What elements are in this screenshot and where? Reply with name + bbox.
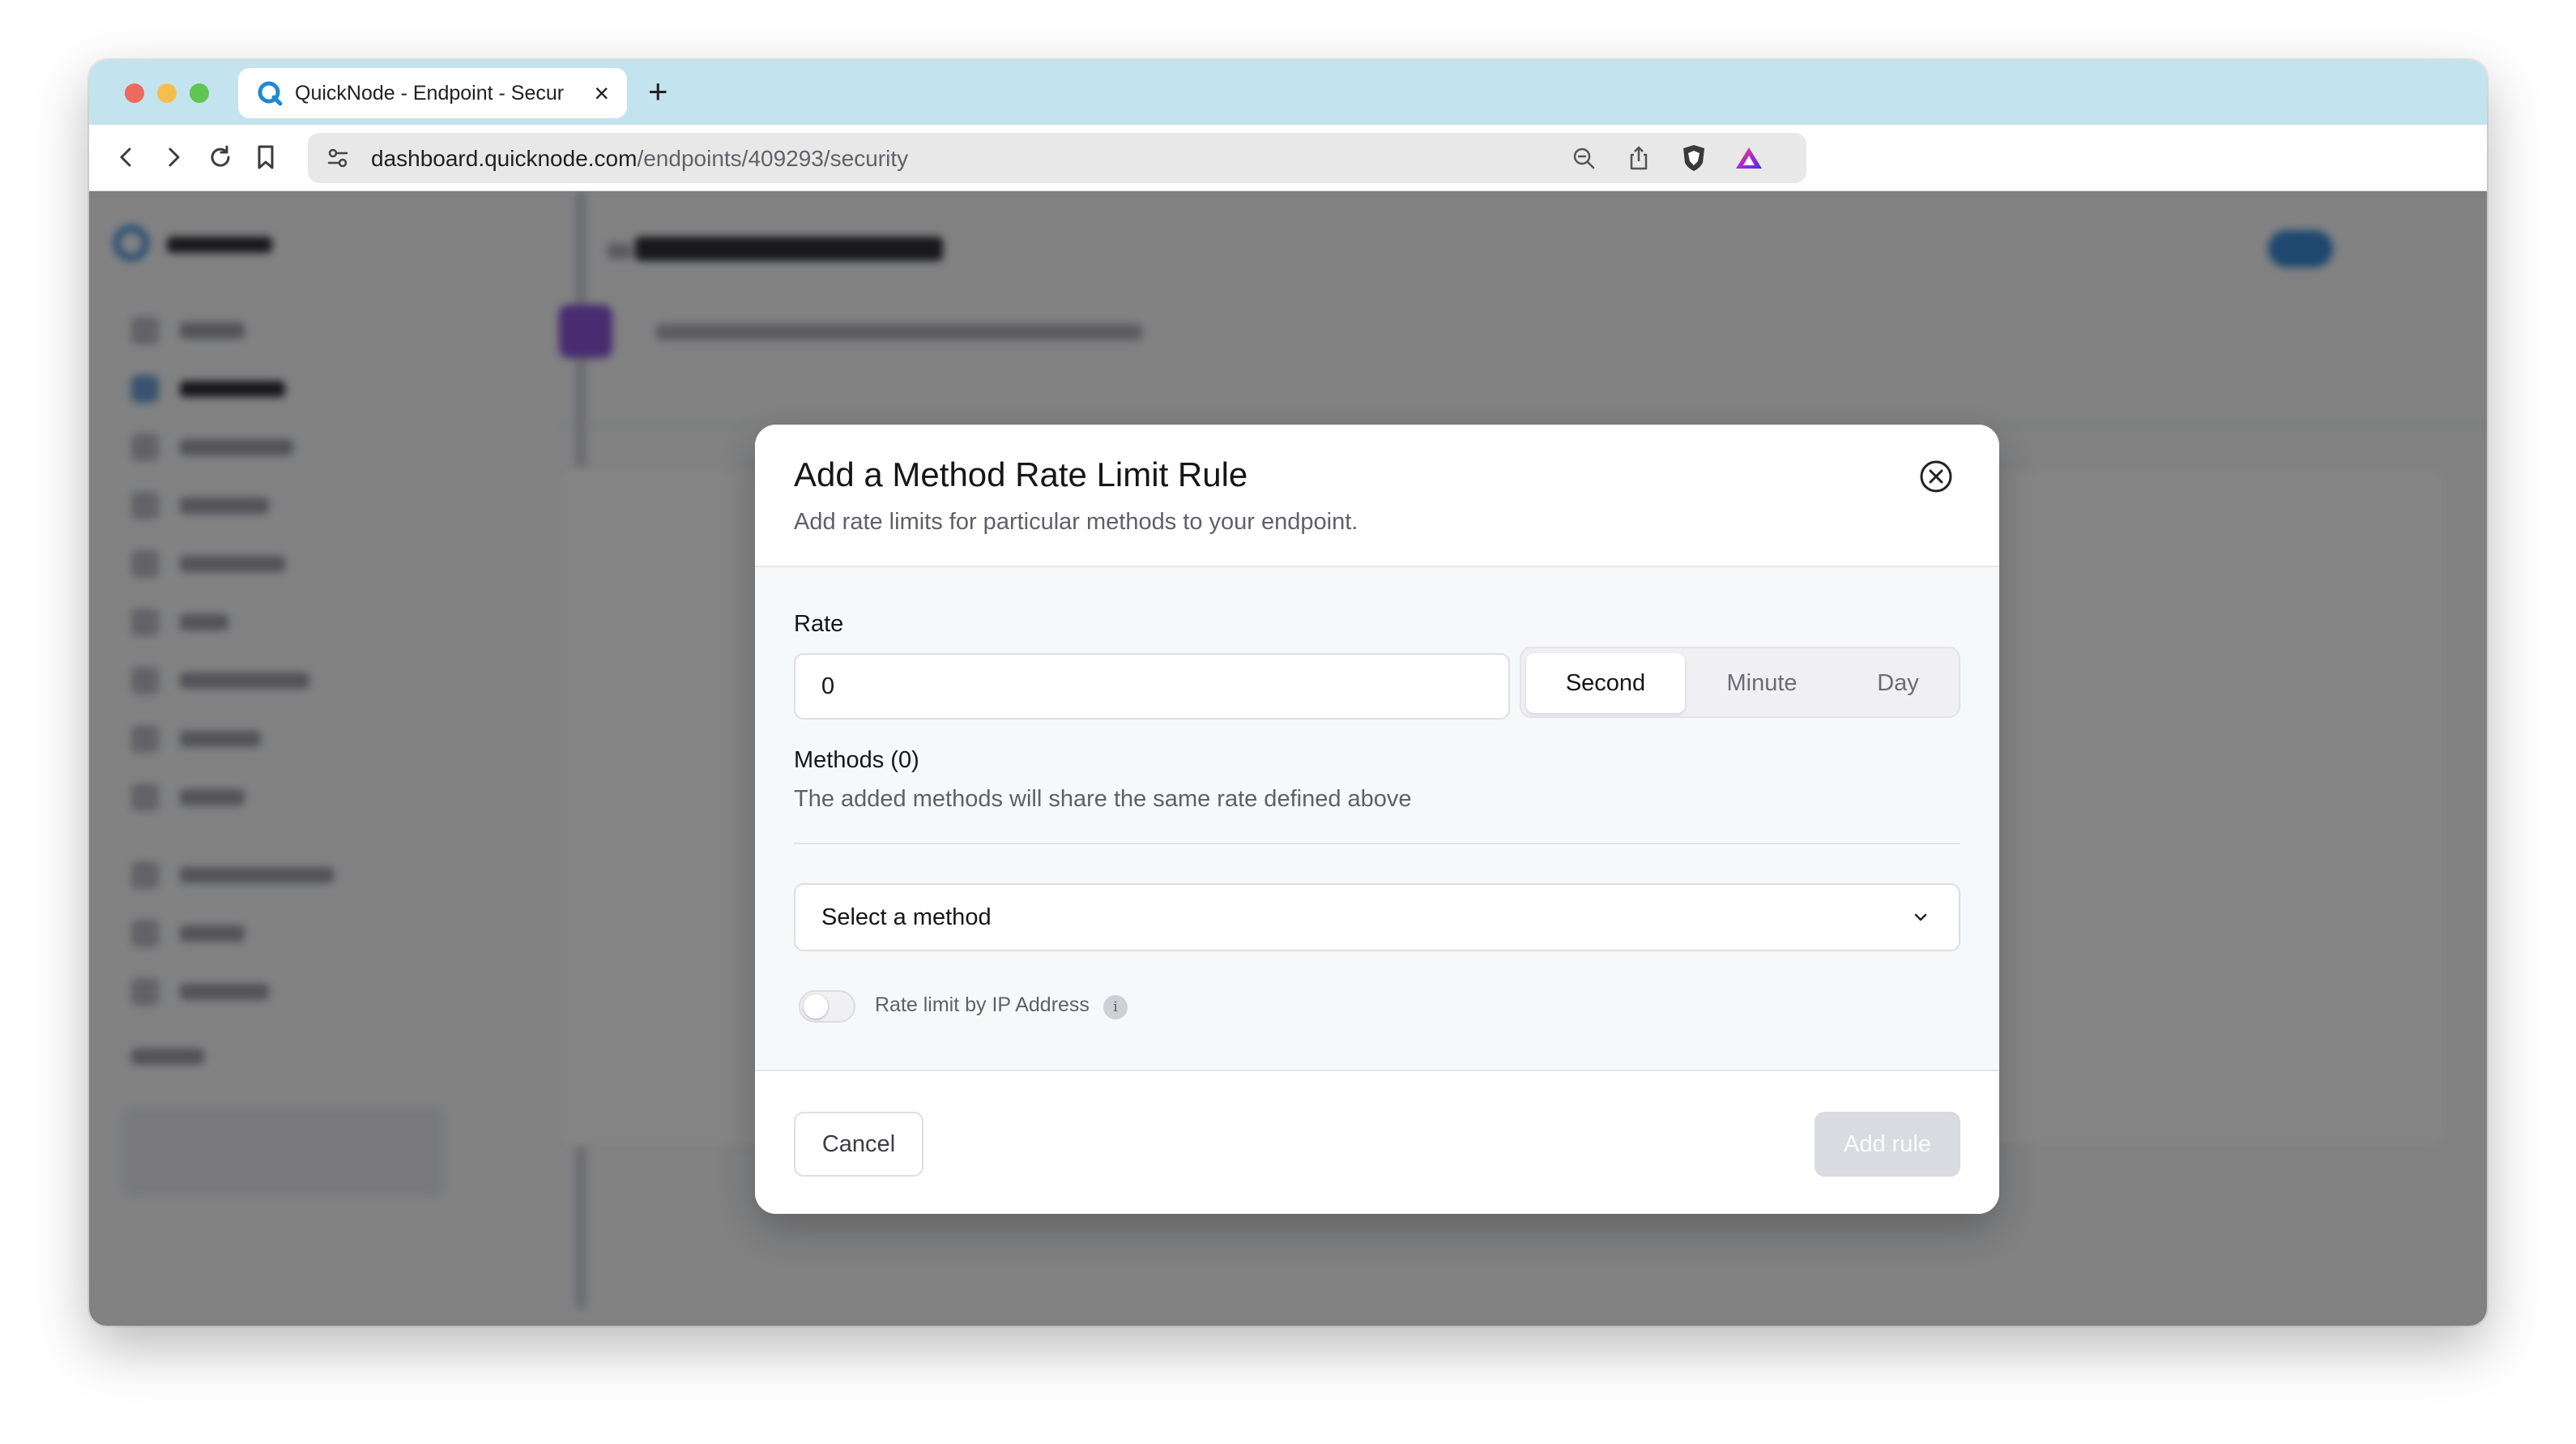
rate-limit-by-ip-toggle[interactable]: [799, 990, 855, 1023]
brave-shield-icon[interactable]: [1678, 143, 1709, 173]
reload-icon[interactable]: [203, 139, 238, 175]
rate-label: Rate: [794, 611, 844, 637]
address-bar[interactable]: dashboard.quicknode.com/endpoints/409293…: [308, 133, 1806, 183]
quicknode-favicon-icon: [256, 79, 284, 107]
cancel-button[interactable]: Cancel: [794, 1112, 923, 1177]
browser-tab-active[interactable]: QuickNode - Endpoint - Secur ×: [238, 68, 627, 118]
site-settings-icon[interactable]: [322, 143, 353, 173]
close-dialog-icon[interactable]: [1917, 457, 1955, 496]
add-method-rate-limit-dialog: Add a Method Rate Limit Rule Add rate li…: [755, 425, 1999, 1214]
divider: [794, 843, 1960, 844]
new-tab-button[interactable]: +: [648, 75, 668, 109]
back-icon[interactable]: [109, 139, 144, 175]
maximize-window-button[interactable]: [190, 83, 209, 103]
browser-toolbar: dashboard.quicknode.com/endpoints/409293…: [89, 125, 2487, 191]
brave-rewards-icon[interactable]: [1734, 143, 1764, 173]
url-text: dashboard.quicknode.com/endpoints/409293…: [371, 146, 908, 172]
dialog-footer: Cancel Add rule: [755, 1070, 1999, 1214]
info-icon[interactable]: i: [1103, 995, 1128, 1019]
close-window-button[interactable]: [125, 83, 144, 103]
dialog-title: Add a Method Rate Limit Rule: [794, 455, 1248, 493]
method-select-placeholder: Select a method: [821, 904, 992, 930]
toggle-knob: [804, 994, 828, 1019]
interval-minute-button[interactable]: Minute: [1688, 653, 1836, 713]
url-path: /endpoints/409293/security: [637, 146, 909, 171]
rate-input[interactable]: 0: [794, 653, 1510, 720]
dialog-body: Rate 0 Second Minute Day Methods (0) The…: [755, 567, 1999, 1070]
tab-close-icon[interactable]: ×: [594, 80, 609, 106]
interval-second-button[interactable]: Second: [1526, 653, 1685, 713]
methods-label: Methods (0): [794, 747, 919, 773]
browser-window: QuickNode - Endpoint - Secur × + dashboa…: [89, 60, 2487, 1326]
minimize-window-button[interactable]: [157, 83, 177, 103]
rate-limit-by-ip-label: Rate limit by IP Address: [875, 993, 1090, 1016]
method-select[interactable]: Select a method: [794, 883, 1960, 951]
share-icon[interactable]: [1623, 143, 1654, 173]
add-rule-button[interactable]: Add rule: [1815, 1112, 1960, 1177]
interval-day-button[interactable]: Day: [1839, 653, 1957, 713]
dialog-header: Add a Method Rate Limit Rule Add rate li…: [755, 425, 1999, 567]
forward-icon[interactable]: [156, 139, 191, 175]
chevron-down-icon: [1909, 905, 1933, 929]
dialog-subtitle: Add rate limits for particular methods t…: [794, 509, 1358, 535]
bookmark-icon[interactable]: [248, 139, 284, 175]
url-host: dashboard.quicknode.com: [371, 146, 638, 171]
zoom-out-icon[interactable]: [1568, 143, 1599, 173]
interval-segmented-control: Second Minute Day: [1520, 647, 1960, 718]
tab-title: QuickNode - Endpoint - Secur: [295, 81, 565, 105]
tab-bar: QuickNode - Endpoint - Secur × +: [89, 60, 2487, 125]
methods-description: The added methods will share the same ra…: [794, 786, 1412, 812]
